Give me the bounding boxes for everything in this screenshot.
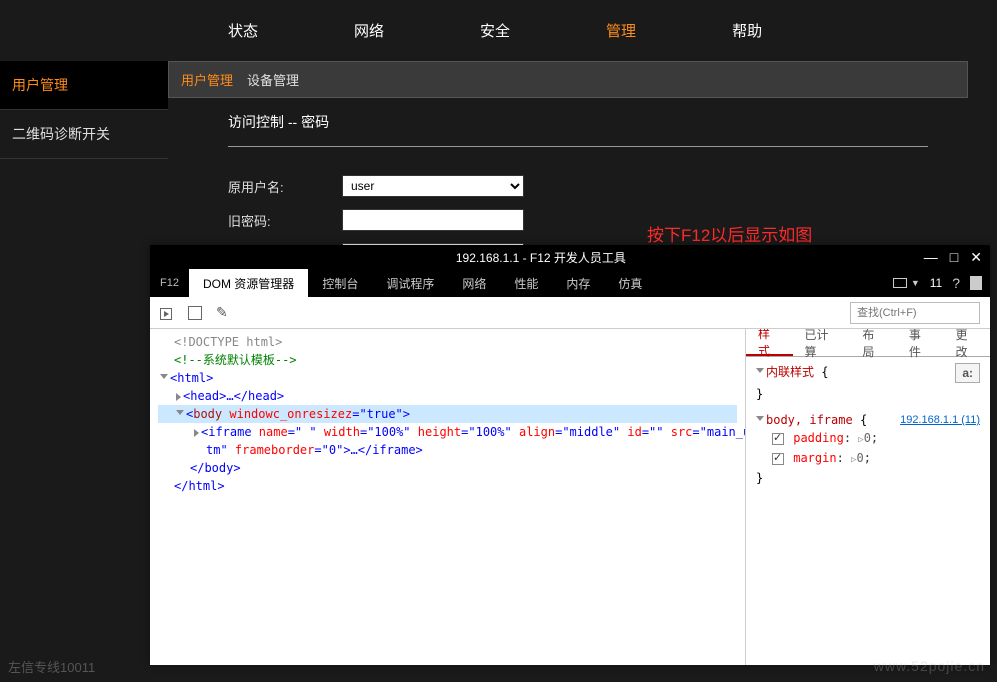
dom-comment[interactable]: <!--系统默认模板--> bbox=[174, 353, 297, 367]
f12-label: F12 bbox=[150, 277, 189, 289]
devtools-search-input[interactable] bbox=[850, 302, 980, 324]
sidebar-item-qr-diag[interactable]: 二维码诊断开关 bbox=[0, 110, 168, 159]
label-orig-user: 原用户名: bbox=[228, 177, 342, 196]
select-element-icon[interactable] bbox=[160, 306, 174, 320]
dt-tab-memory[interactable]: 内存 bbox=[552, 269, 604, 297]
expand-icon[interactable] bbox=[756, 416, 764, 425]
nav-status[interactable]: 状态 bbox=[180, 20, 306, 41]
dom-head[interactable]: <head>…</head> bbox=[183, 389, 284, 403]
select-orig-user[interactable]: user bbox=[342, 175, 524, 197]
tab-user-manage[interactable]: 用户管理 bbox=[181, 70, 233, 89]
devtools-tabs: F12 DOM 资源管理器 控制台 调试程序 网络 性能 内存 仿真 ▼ 11 … bbox=[150, 269, 990, 297]
top-nav: 状态 网络 安全 管理 帮助 bbox=[0, 0, 997, 61]
row-orig-user: 原用户名: user bbox=[228, 175, 967, 197]
dom-body-close[interactable]: </body> bbox=[190, 461, 241, 475]
input-old-pwd[interactable] bbox=[342, 209, 524, 231]
notice-text: 按下F12以后显示如图 bbox=[647, 221, 812, 246]
dom-html-open[interactable]: <html> bbox=[170, 371, 213, 385]
dt-tab-emulation[interactable]: 仿真 bbox=[604, 269, 656, 297]
stab-computed[interactable]: 已计算 bbox=[793, 329, 851, 356]
stab-layout[interactable]: 布局 bbox=[850, 329, 897, 356]
devtools-window: 192.168.1.1 - F12 开发人员工具 — □ ✕ F12 DOM 资… bbox=[150, 245, 990, 665]
row-old-pwd: 旧密码: bbox=[228, 209, 967, 231]
color-picker-icon[interactable]: ✎ bbox=[216, 304, 228, 321]
dom-iframe-row[interactable]: <iframe name=" " width="100%" height="10… bbox=[158, 423, 737, 441]
dom-doctype[interactable]: <!DOCTYPE html> bbox=[174, 335, 282, 349]
dt-tab-network[interactable]: 网络 bbox=[448, 269, 500, 297]
highlight-icon[interactable] bbox=[188, 306, 202, 320]
stab-styles[interactable]: 样式 bbox=[746, 329, 793, 356]
expand-icon[interactable] bbox=[160, 374, 168, 383]
dt-tab-dom[interactable]: DOM 资源管理器 bbox=[189, 269, 308, 297]
close-icon[interactable]: ✕ bbox=[970, 249, 982, 266]
tab-device-manage[interactable]: 设备管理 bbox=[247, 70, 299, 89]
device-icon[interactable]: ▼ bbox=[893, 278, 920, 288]
section-title: 访问控制 -- 密码 bbox=[228, 112, 967, 132]
sidebar-item-user-manage[interactable]: 用户管理 bbox=[0, 61, 168, 110]
stab-events[interactable]: 事件 bbox=[897, 329, 944, 356]
dom-tree[interactable]: <!DOCTYPE html> <!--系统默认模板--> <html> <he… bbox=[150, 329, 745, 665]
devtools-title: 192.168.1.1 - F12 开发人员工具 bbox=[158, 249, 924, 266]
expand-icon[interactable] bbox=[194, 429, 199, 437]
expand-icon[interactable] bbox=[756, 368, 764, 377]
label-old-pwd: 旧密码: bbox=[228, 211, 342, 230]
divider bbox=[228, 146, 928, 147]
nav-manage[interactable]: 管理 bbox=[558, 20, 684, 41]
error-count[interactable]: 11 bbox=[930, 276, 942, 290]
devtools-body: <!DOCTYPE html> <!--系统默认模板--> <html> <he… bbox=[150, 329, 990, 665]
cb-padding[interactable] bbox=[772, 433, 784, 445]
devtools-toolbar: ✎ bbox=[150, 297, 990, 329]
pin-icon[interactable] bbox=[970, 276, 982, 290]
styles-panel: 样式 已计算 布局 事件 更改 内联样式 {a: } body, iframe … bbox=[745, 329, 990, 665]
dom-iframe-row2[interactable]: tm" frameborder="0">…</iframe> bbox=[158, 441, 737, 459]
stab-changes[interactable]: 更改 bbox=[943, 329, 990, 356]
help-icon[interactable]: ? bbox=[952, 275, 960, 291]
nav-network[interactable]: 网络 bbox=[306, 20, 432, 41]
styles-tabs: 样式 已计算 布局 事件 更改 bbox=[746, 329, 990, 357]
dom-html-close[interactable]: </html> bbox=[174, 479, 225, 493]
pseudo-a-button[interactable]: a: bbox=[955, 363, 980, 383]
devtools-titlebar[interactable]: 192.168.1.1 - F12 开发人员工具 — □ ✕ bbox=[150, 245, 990, 269]
sidebar: 用户管理 二维码诊断开关 bbox=[0, 61, 168, 277]
nav-security[interactable]: 安全 bbox=[432, 20, 558, 41]
nav-help[interactable]: 帮助 bbox=[684, 20, 810, 41]
dom-body-row[interactable]: <body windowc_onresizez="true"> bbox=[158, 405, 737, 423]
expand-icon[interactable] bbox=[176, 393, 181, 401]
expand-icon[interactable] bbox=[176, 410, 184, 419]
styles-body[interactable]: 内联样式 {a: } body, iframe {192.168.1.1 (11… bbox=[746, 357, 990, 493]
section: 访问控制 -- 密码 原用户名: user 旧密码: 新密码: bbox=[168, 98, 997, 265]
dt-tab-console[interactable]: 控制台 bbox=[308, 269, 372, 297]
style-source-link[interactable]: 192.168.1.1 (11) bbox=[900, 411, 980, 429]
cb-margin[interactable] bbox=[772, 453, 784, 465]
bottom-text: 左信专线10011 bbox=[8, 657, 95, 676]
watermark: www.52pojie.cn bbox=[874, 658, 985, 674]
dt-tab-debugger[interactable]: 调试程序 bbox=[372, 269, 448, 297]
maximize-icon[interactable]: □ bbox=[950, 249, 958, 266]
tab-bar: 用户管理 设备管理 bbox=[168, 61, 968, 98]
minimize-icon[interactable]: — bbox=[924, 249, 938, 266]
dt-tab-perf[interactable]: 性能 bbox=[500, 269, 552, 297]
